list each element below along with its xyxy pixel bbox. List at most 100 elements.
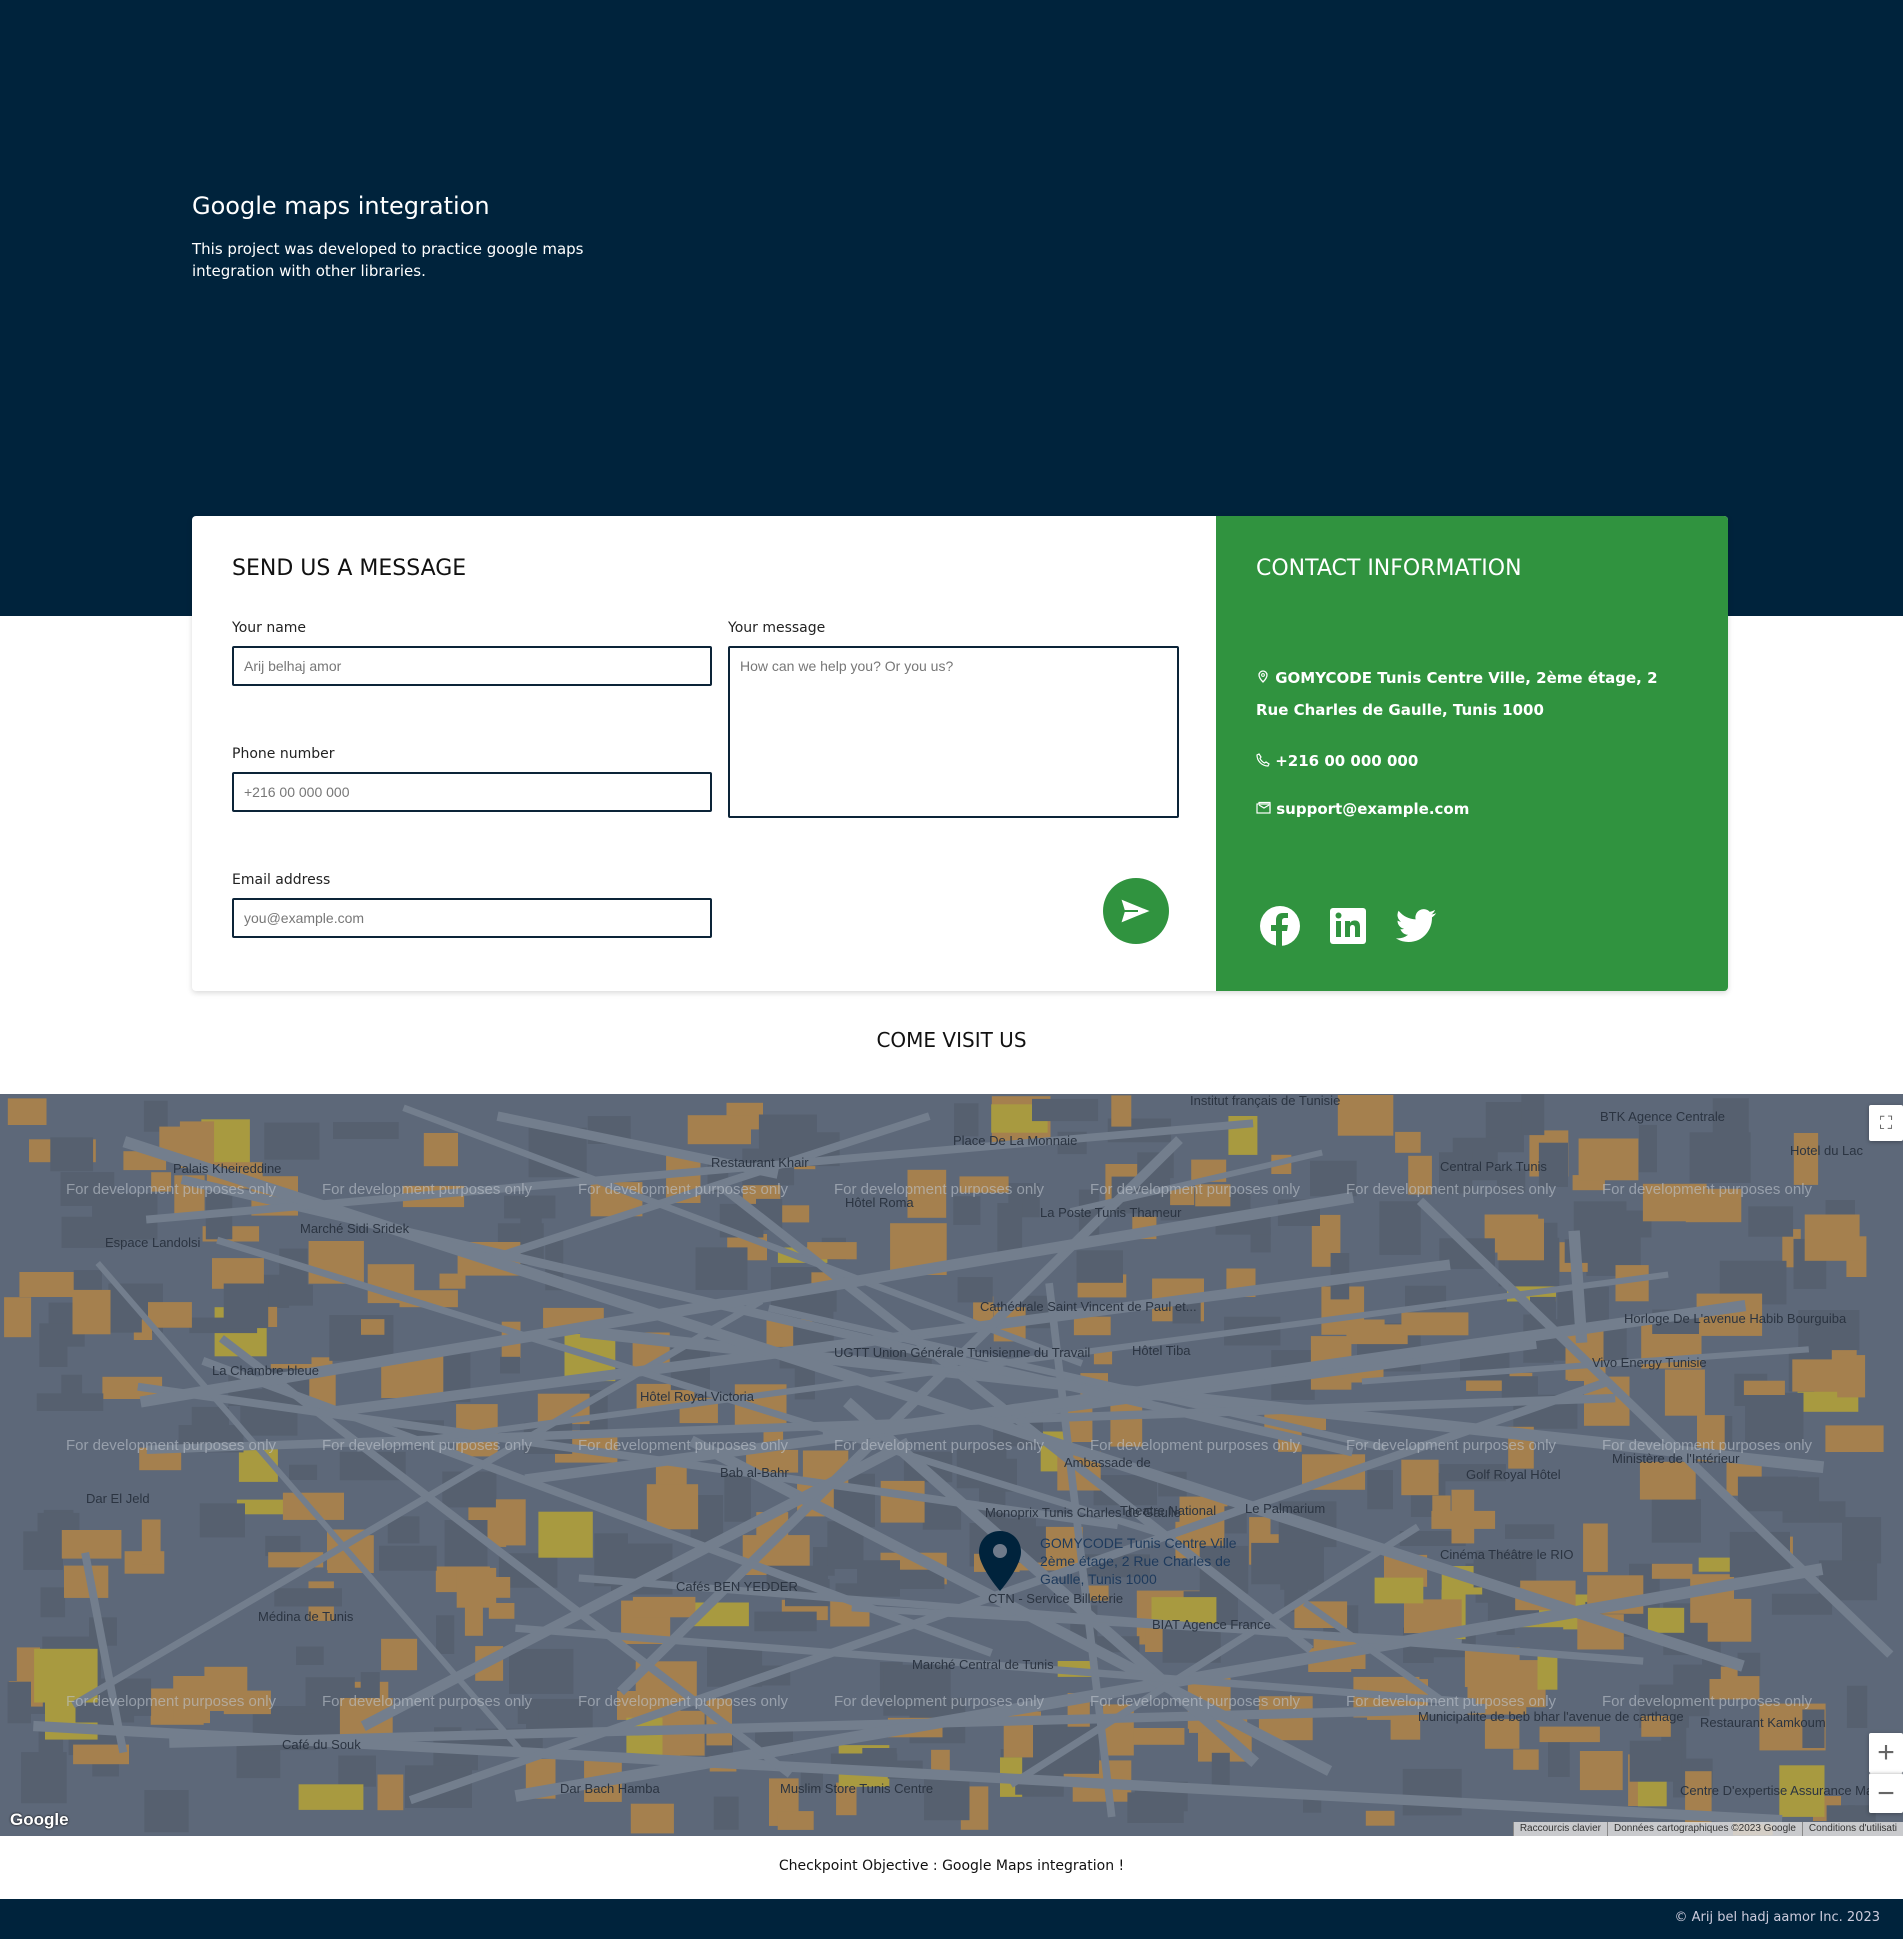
- map-building: [713, 1796, 739, 1830]
- fullscreen-button[interactable]: ⛶: [1869, 1105, 1903, 1141]
- map-building: [436, 1615, 455, 1654]
- map-place-label[interactable]: Café du Souk: [282, 1738, 361, 1752]
- map-building: [1374, 1577, 1424, 1604]
- facebook-link[interactable]: [1258, 904, 1302, 948]
- map-place-label[interactable]: Hotel du Lac: [1790, 1144, 1863, 1158]
- map-building: [50, 1137, 94, 1172]
- map-building: [289, 1464, 318, 1480]
- map-building: [1337, 1095, 1394, 1136]
- map-place-label[interactable]: UGTT Union Générale Tunisienne du Travai…: [834, 1346, 1090, 1360]
- map-building: [439, 1273, 466, 1289]
- map-place-label[interactable]: Golf Royal Hôtel: [1466, 1468, 1561, 1482]
- map-marker-icon[interactable]: [977, 1529, 1023, 1593]
- map-building: [1127, 1792, 1184, 1823]
- map-place-label[interactable]: Vivo Energy Tunisie: [1592, 1356, 1707, 1370]
- map-place-label[interactable]: Palais Kheireddine: [173, 1162, 281, 1176]
- name-input[interactable]: [232, 646, 712, 686]
- map-building: [538, 1511, 593, 1558]
- zoom-out-button[interactable]: −: [1869, 1773, 1903, 1813]
- map-place-label[interactable]: Le Palmarium: [1245, 1502, 1325, 1516]
- map-building: [1451, 1489, 1475, 1544]
- map-building: [1737, 1476, 1798, 1512]
- map-building: [338, 1755, 376, 1787]
- map-place-label[interactable]: Cinéma Théâtre le RIO: [1440, 1548, 1573, 1562]
- map-place-label[interactable]: Theatre National: [1120, 1504, 1216, 1518]
- map-building: [1804, 1214, 1860, 1261]
- zoom-in-button[interactable]: +: [1869, 1733, 1903, 1773]
- map-place-label[interactable]: BTK Agence Centrale: [1600, 1110, 1725, 1124]
- twitter-link[interactable]: [1394, 904, 1438, 948]
- map-place-label[interactable]: Dar El Jeld: [86, 1492, 150, 1506]
- map-place-label[interactable]: Médina de Tunis: [258, 1610, 353, 1624]
- keyboard-shortcuts-link[interactable]: Raccourcis clavier: [1512, 1822, 1607, 1836]
- map-building: [777, 1811, 814, 1830]
- paper-plane-icon: [1118, 896, 1154, 926]
- map-place-label[interactable]: Restaurant Khair: [711, 1156, 809, 1170]
- map-building: [61, 1374, 83, 1394]
- google-map[interactable]: Palais Kheireddine Restaurant Khair Place …: [0, 1094, 1903, 1836]
- map-place-label[interactable]: Marché Sidi Sridek: [300, 1222, 409, 1236]
- map-place-label[interactable]: CTN - Service Billeterie: [988, 1592, 1123, 1606]
- map-building: [1346, 1324, 1408, 1345]
- map-building: [72, 1289, 111, 1335]
- map-building: [1743, 1380, 1785, 1395]
- map-place-label[interactable]: Central Park Tunis: [1440, 1160, 1547, 1174]
- map-building: [495, 1499, 526, 1546]
- linkedin-link[interactable]: [1326, 904, 1370, 948]
- map-building: [73, 1270, 102, 1292]
- map-place-label[interactable]: La Poste Tunis Thameur: [1040, 1206, 1181, 1220]
- fullscreen-icon: ⛶: [1879, 1112, 1893, 1133]
- map-place-label[interactable]: Marché Central de Tunis: [912, 1658, 1054, 1672]
- name-label: Your name: [232, 620, 307, 636]
- map-building: [199, 1503, 245, 1538]
- map-place-label[interactable]: Cafés BEN YEDDER: [676, 1580, 798, 1594]
- map-place-label[interactable]: Ministère de l'Intérieur: [1612, 1452, 1739, 1466]
- map-building: [1251, 1542, 1312, 1585]
- dev-watermark: For development purposes only: [577, 1437, 789, 1454]
- send-button[interactable]: [1103, 878, 1169, 944]
- map-place-label[interactable]: Institut français de Tunisie: [1190, 1094, 1340, 1108]
- message-textarea[interactable]: [728, 646, 1179, 818]
- map-place-label[interactable]: Place De La Monnaie: [953, 1134, 1077, 1148]
- dev-watermark: For development purposes only: [1601, 1437, 1813, 1454]
- map-place-label[interactable]: Horloge De L'avenue Habib Bourguiba: [1624, 1312, 1846, 1326]
- google-logo: Google: [10, 1810, 69, 1829]
- map-building: [423, 1133, 458, 1167]
- map-building: [1651, 1499, 1701, 1543]
- phone-icon: [1256, 753, 1270, 767]
- map-place-label[interactable]: Hôtel Tiba: [1132, 1344, 1191, 1358]
- map-building: [1073, 1316, 1111, 1336]
- map-building: [1365, 1810, 1395, 1826]
- map-place-label[interactable]: Ambassade de: [1064, 1456, 1151, 1470]
- dev-watermark: For development purposes only: [1345, 1181, 1557, 1198]
- map-building: [456, 1567, 497, 1608]
- phone-input[interactable]: [232, 772, 712, 812]
- map-place-label[interactable]: Dar Bach Hamba: [560, 1782, 660, 1796]
- map-building: [1745, 1392, 1804, 1443]
- dev-watermark: For development purposes only: [577, 1693, 789, 1710]
- map-building: [264, 1122, 320, 1160]
- map-place-label[interactable]: Muslim Store Tunis Centre: [780, 1782, 933, 1796]
- map-building: [1638, 1124, 1657, 1173]
- map-place-label[interactable]: Cathédrale Saint Vincent de Paul et...: [980, 1300, 1197, 1314]
- message-form: SEND US A MESSAGE Your name Phone number…: [192, 516, 1216, 991]
- map-building: [880, 1480, 925, 1523]
- map-building: [500, 1356, 520, 1374]
- email-input[interactable]: [232, 898, 712, 938]
- map-building: [857, 1560, 900, 1597]
- map-place-label[interactable]: Bab al-Bahr: [720, 1466, 789, 1480]
- map-place-label[interactable]: Hôtel Roma: [845, 1196, 914, 1210]
- map-place-label[interactable]: Municipalite de beb bhar l'avenue de car…: [1418, 1710, 1684, 1724]
- map-building: [1578, 1138, 1639, 1181]
- map-place-label[interactable]: Restaurant Kamkoum: [1700, 1716, 1826, 1730]
- map-place-label[interactable]: La Chambre bleue: [212, 1364, 319, 1378]
- map-building: [1401, 1459, 1439, 1496]
- map-building: [333, 1122, 399, 1139]
- map-building: [141, 1519, 161, 1565]
- map-building: [298, 1784, 364, 1810]
- map-place-label[interactable]: Espace Landolsi: [105, 1236, 200, 1250]
- terms-link[interactable]: Conditions d'utilisati: [1801, 1822, 1903, 1836]
- map-place-label[interactable]: Hôtel Royal Victoria: [640, 1390, 754, 1404]
- map-place-label[interactable]: BIAT Agence France: [1152, 1618, 1271, 1632]
- dev-watermark: For development purposes only: [65, 1693, 277, 1710]
